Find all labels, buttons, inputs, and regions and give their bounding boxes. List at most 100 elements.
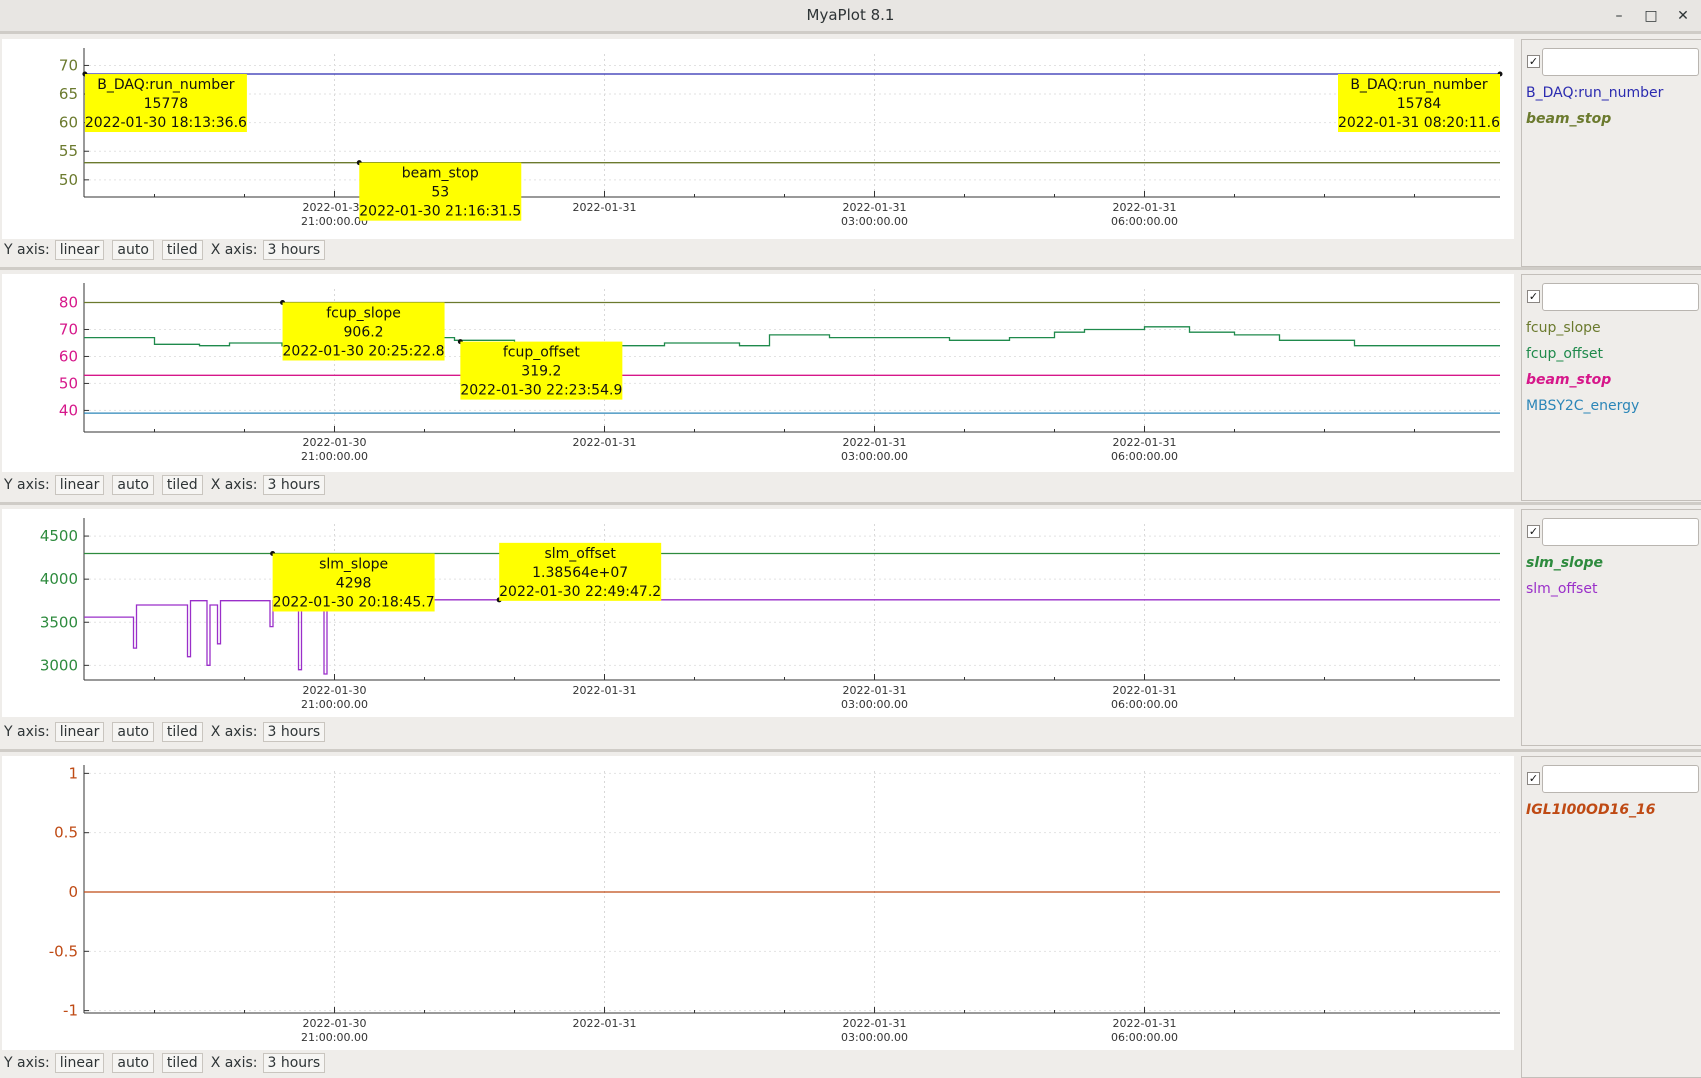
- layout-button[interactable]: tiled: [161, 722, 203, 742]
- x-tick-time-label: 06:00:00.00: [1111, 698, 1178, 711]
- legend-checkbox[interactable]: ✓: [1527, 290, 1540, 303]
- tooltip-time: 2022-01-30 20:18:45.7: [273, 594, 435, 610]
- legend-filter-input[interactable]: [1542, 283, 1699, 311]
- legend-item[interactable]: slm_slope: [1526, 555, 1603, 571]
- legend-item[interactable]: IGL1I00OD16_16: [1526, 802, 1656, 818]
- legend-item[interactable]: slm_offset: [1526, 581, 1597, 597]
- y-tick-label: 65: [59, 85, 78, 103]
- tooltip-time: 2022-01-30 22:23:54.9: [460, 383, 622, 399]
- close-icon[interactable]: ✕: [1672, 6, 1694, 26]
- scale-button[interactable]: linear: [54, 240, 105, 260]
- y-tick-label: -0.5: [49, 942, 78, 960]
- tooltip-time: 2022-01-30 18:13:36.6: [85, 115, 247, 131]
- plot-area[interactable]: -1 -0.5 0 0.5 1 2022-01-30 21:00:00.00 2022-01-…: [2, 756, 1514, 1050]
- scale-button[interactable]: linear: [54, 475, 105, 495]
- legend-item[interactable]: fcup_slope: [1526, 320, 1601, 336]
- window-title: MyaPlot 8.1: [806, 6, 895, 24]
- pane-splitter[interactable]: [0, 502, 1701, 505]
- y-tick-label: 3500: [40, 613, 78, 631]
- y-axis-label: Y axis:: [4, 724, 50, 740]
- axis-controls: Y axis: linear auto tiled X axis: 3 hours: [4, 722, 333, 742]
- annotation-tooltip: fcup_slope 906.2 2022-01-30 20:25:22.8: [283, 302, 445, 361]
- maximize-icon[interactable]: □: [1640, 6, 1662, 26]
- tooltip-value: 319.2: [521, 364, 561, 380]
- legend-filter-input[interactable]: [1542, 48, 1699, 76]
- range-button[interactable]: auto: [112, 475, 154, 495]
- legend-checkbox[interactable]: ✓: [1527, 525, 1540, 538]
- x-tick-date-label: 2022-01-31: [843, 201, 907, 214]
- chart-svg[interactable]: 3000 3500 4000 4500 2022-01-3021:00:00.00 202…: [2, 509, 1514, 717]
- layout-button[interactable]: tiled: [161, 240, 203, 260]
- tooltip-name: beam_stop: [402, 166, 479, 182]
- legend-filter-input[interactable]: [1542, 765, 1699, 793]
- y-axis-label: Y axis:: [4, 477, 50, 493]
- pane-splitter[interactable]: [0, 749, 1701, 752]
- legend-filter-input[interactable]: [1542, 518, 1699, 546]
- plot-area[interactable]: 50 55 60 65 70 2022-01-30 21:00:00.00 2022-01-3…: [2, 39, 1514, 239]
- annotation-tooltip: slm_slope 4298 2022-01-30 20:18:45.7: [273, 553, 435, 612]
- tooltip-value: 4298: [336, 575, 372, 591]
- plot-area[interactable]: 40 50 60 70 80 2022-01-30 21:00:00.00 2022-01-3…: [2, 274, 1514, 472]
- scale-button[interactable]: linear: [54, 722, 105, 742]
- x-tick-time-label: 06:00:00.00: [1111, 1031, 1178, 1044]
- tooltip-name: slm_offset: [544, 546, 616, 562]
- x-tick-time-label: 03:00:00.00: [841, 450, 908, 463]
- tooltip-value: 53: [431, 185, 449, 201]
- annotation-tooltip: B_DAQ:run_number 15784 2022-01-31 08:20:11…: [1338, 74, 1500, 133]
- x-axis-label: X axis:: [210, 477, 258, 493]
- y-tick-label: 60: [59, 347, 78, 365]
- legend-panel: ✓ fcup_slope fcup_offset beam_stop MBSY2C_en…: [1521, 274, 1701, 501]
- pane-splitter[interactable]: [0, 267, 1701, 270]
- x-tick-date-label: 2022-01-31: [843, 684, 907, 697]
- tooltip-name: fcup_offset: [503, 345, 581, 361]
- tooltip-name: B_DAQ:run_number: [97, 77, 235, 93]
- legend-item[interactable]: beam_stop: [1526, 111, 1611, 127]
- myaplot-window: MyaPlot 8.1 – □ ✕ 50 55 60 65 70 2022-01-30 21…: [0, 0, 1701, 1078]
- span-button[interactable]: 3 hours: [262, 722, 326, 742]
- legend-checkbox[interactable]: ✓: [1527, 55, 1540, 68]
- legend-item[interactable]: MBSY2C_energy: [1526, 398, 1639, 414]
- layout-button[interactable]: tiled: [161, 1053, 203, 1073]
- legend-item[interactable]: fcup_offset: [1526, 346, 1603, 362]
- x-tick-date-label: 2022-01-31: [573, 201, 637, 214]
- annotation-tooltip: B_DAQ:run_number 15778 2022-01-30 18:13:36…: [85, 74, 247, 133]
- x-axis-label: X axis:: [210, 724, 258, 740]
- range-button[interactable]: auto: [112, 240, 154, 260]
- minimize-icon[interactable]: –: [1608, 6, 1630, 26]
- x-axis-label: X axis:: [210, 242, 258, 258]
- x-tick-date-label: 2022-01-30: [303, 436, 367, 449]
- legend-item[interactable]: B_DAQ:run_number: [1526, 85, 1663, 101]
- span-button[interactable]: 3 hours: [262, 240, 326, 260]
- tooltip-time: 2022-01-30 21:16:31.5: [359, 204, 521, 220]
- x-tick-date-label: 2022-01-31: [573, 436, 637, 449]
- x-tick-date-label: 2022-01-31: [1113, 1017, 1177, 1030]
- y-tick-label: 3000: [40, 656, 78, 674]
- y-tick-label: 0: [68, 883, 78, 901]
- range-button[interactable]: auto: [112, 722, 154, 742]
- span-button[interactable]: 3 hours: [262, 475, 326, 495]
- span-button[interactable]: 3 hours: [262, 1053, 326, 1073]
- scale-button[interactable]: linear: [54, 1053, 105, 1073]
- y-tick-label: 4500: [40, 527, 78, 545]
- tooltip-name: B_DAQ:run_number: [1350, 77, 1488, 93]
- legend-item[interactable]: beam_stop: [1526, 372, 1611, 388]
- x-tick-date-label: 2022-01-30: [303, 201, 367, 214]
- plot-area[interactable]: 3000 3500 4000 4500 2022-01-30 21:00:00.00 202…: [2, 509, 1514, 717]
- x-tick-date-label: 2022-01-31: [1113, 684, 1177, 697]
- chart-svg[interactable]: 40 50 60 70 80 2022-01-3021:00:00.00 2022-01-3…: [2, 274, 1514, 472]
- y-tick-label: 70: [59, 56, 78, 74]
- y-tick-label: 60: [59, 114, 78, 132]
- x-tick-time-label: 21:00:00.00: [301, 215, 368, 228]
- x-tick-time-label: 06:00:00.00: [1111, 450, 1178, 463]
- x-tick-date-label: 2022-01-30: [303, 1017, 367, 1030]
- chart-svg[interactable]: 50556065702022-01-3021:00:00.002022-01-3…: [2, 39, 1514, 239]
- x-tick-date-label: 2022-01-31: [573, 684, 637, 697]
- y-tick-label: 40: [59, 401, 78, 419]
- layout-button[interactable]: tiled: [161, 475, 203, 495]
- title-bar: MyaPlot 8.1 – □ ✕: [0, 0, 1701, 34]
- range-button[interactable]: auto: [112, 1053, 154, 1073]
- legend-checkbox[interactable]: ✓: [1527, 772, 1540, 785]
- y-tick-label: 1: [68, 764, 78, 782]
- chart-svg[interactable]: -1 -0.5 0 0.5 1 2022-01-3021:00:00.00 2022-01-…: [2, 756, 1514, 1050]
- y-tick-label: 50: [59, 171, 78, 189]
